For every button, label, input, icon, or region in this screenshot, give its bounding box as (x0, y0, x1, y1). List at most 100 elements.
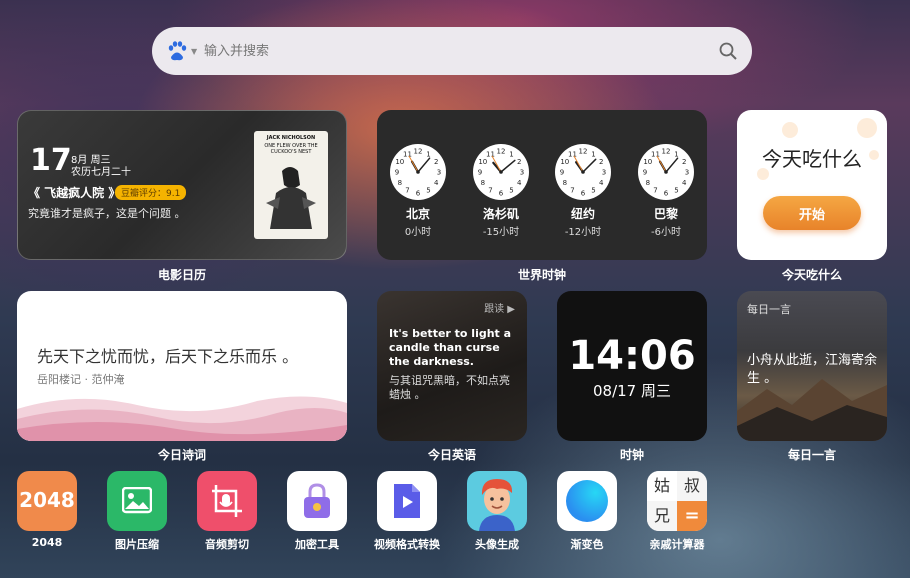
svg-text:9: 9 (560, 169, 564, 177)
daily-quote-widget[interactable]: 每日一言 小舟从此逝，江海寄余生 。 (737, 291, 887, 441)
svg-text:3: 3 (437, 169, 441, 177)
svg-text:5: 5 (674, 187, 678, 195)
poem-widget[interactable]: 先天下之忧而忧，后天下之乐而乐 。 岳阳楼记 · 范仲淹 (17, 291, 347, 441)
food-question: 今天吃什么 (762, 147, 862, 171)
poem-line: 先天下之忧而忧，后天下之乐而乐 。 (37, 347, 299, 366)
svg-text:4: 4 (599, 179, 604, 187)
app-label: 视频格式转换 (374, 538, 440, 551)
search-bar[interactable]: ▼ (152, 27, 752, 75)
app-avatar-generator[interactable]: 头像生成 (452, 471, 542, 552)
clock-city: 巴黎 (653, 207, 678, 221)
app-label: 亲戚计算器 (649, 538, 705, 551)
movie-quote: 究竟谁才是疯子，这是个问题 。 (28, 207, 186, 220)
app-label: 音频剪切 (205, 538, 249, 551)
baidu-paw-icon[interactable] (166, 40, 188, 62)
svg-text:7: 7 (653, 187, 657, 195)
svg-text:11: 11 (651, 150, 660, 158)
gradient-circle-icon[interactable] (557, 471, 617, 531)
svg-text:9: 9 (478, 169, 482, 177)
svg-text:9: 9 (395, 169, 399, 177)
video-file-icon[interactable] (377, 471, 437, 531)
svg-text:1: 1 (674, 150, 678, 158)
svg-text:10: 10 (560, 158, 569, 166)
food-picker-widget[interactable]: 今天吃什么 开始 (737, 110, 887, 260)
app-gradient-color[interactable]: 渐变色 (542, 471, 632, 552)
app-audio-cut[interactable]: 音频剪切 (182, 471, 272, 552)
svg-text:5: 5 (591, 187, 595, 195)
movie-poster[interactable]: JACK NICHOLSON ONE FLEW OVER THE CUCKOO'… (254, 131, 328, 239)
svg-text:10: 10 (395, 158, 404, 166)
follow-read-button[interactable]: 跟读 ▶ (484, 300, 515, 315)
svg-text:12: 12 (579, 148, 588, 156)
digital-clock-widget[interactable]: 14:06 08/17 周三 (557, 291, 707, 441)
daily-quote-header: 每日一言 (747, 303, 791, 316)
svg-text:11: 11 (486, 150, 495, 158)
world-clock-3: 1 2 3 4 5 6 7 8 9 10 11 12 巴黎 -6小时 (636, 143, 696, 238)
svg-text:3: 3 (520, 169, 524, 177)
engine-dropdown-icon[interactable]: ▼ (191, 47, 197, 56)
analog-clock-icon: 1234567891011 12 (390, 144, 446, 200)
english-widget[interactable]: 跟读 ▶ It's better to light a candle than … (377, 291, 527, 441)
world-clock-widget[interactable]: 1 2 3 4 5 6 7 8 9 10 11 12 北京 0小时 1 2 3 4 5 6 7 8 9 10 11 12 洛杉矶 -1… (377, 110, 707, 260)
svg-text:8: 8 (481, 179, 485, 187)
relative-calculator-icon[interactable]: 姑 叔 兄 = (647, 471, 707, 531)
poem-caption: 今日诗词 (157, 448, 206, 462)
svg-text:4: 4 (517, 179, 522, 187)
wave-decoration (17, 396, 347, 441)
world-clock-1: 1 2 3 4 5 6 7 8 9 10 11 12 洛杉矶 -15小时 (471, 143, 531, 238)
lock-icon[interactable] (287, 471, 347, 531)
svg-text:2: 2 (682, 158, 686, 166)
svg-text:10: 10 (478, 158, 487, 166)
app-label: 2048 (31, 536, 63, 549)
app-2048[interactable]: 2048 2048 (2, 471, 92, 549)
daily-quote-caption: 每日一言 (787, 448, 836, 462)
movie-calendar-caption: 电影日历 (157, 268, 206, 282)
svg-text:1: 1 (426, 150, 430, 158)
microphone-crop-icon[interactable] (197, 471, 257, 531)
svg-text:4: 4 (434, 179, 439, 187)
world-clock-0: 1 2 3 4 5 6 7 8 9 10 11 12 北京 0小时 (388, 143, 448, 238)
movie-rating-badge: 豆瓣评分：9.1 (115, 185, 187, 200)
app-encrypt-tool[interactable]: 加密工具 (272, 471, 362, 552)
app-relative-calculator[interactable]: 姑 叔 兄 = 亲戚计算器 (632, 471, 722, 552)
clock-date: 08/17 周三 (593, 382, 671, 400)
svg-text:10: 10 (643, 158, 652, 166)
clock-offset: -15小时 (482, 227, 520, 238)
poster-title: JACK NICHOLSON (266, 135, 316, 141)
analog-clock-icon: 1234567891011 12 (555, 144, 611, 200)
clock-city: 北京 (405, 207, 430, 221)
svg-text:2: 2 (434, 158, 438, 166)
svg-text:7: 7 (488, 187, 492, 195)
clock-offset: 0小时 (404, 227, 432, 238)
clock-city: 纽约 (570, 207, 595, 221)
movie-calendar-widget[interactable]: 17 8月 周三 农历七月二十 《 飞越疯人院 》 豆瓣评分：9.1 究竟谁才是… (17, 110, 347, 260)
food-start-button[interactable]: 开始 (763, 196, 861, 230)
app-video-convert[interactable]: 视频格式转换 (362, 471, 452, 552)
svg-text:9: 9 (643, 169, 647, 177)
svg-text:12: 12 (414, 148, 423, 156)
app-image-compress[interactable]: 图片压缩 (92, 471, 182, 552)
food-caption: 今天吃什么 (781, 268, 842, 282)
calendar-lunar-date: 农历七月二十 (71, 167, 131, 178)
svg-text:12: 12 (497, 148, 506, 156)
svg-text:6: 6 (499, 190, 504, 198)
svg-text:11: 11 (403, 150, 412, 158)
svg-text:3: 3 (685, 169, 689, 177)
svg-text:12: 12 (662, 148, 671, 156)
search-icon[interactable] (718, 41, 738, 61)
svg-text:6: 6 (581, 190, 586, 198)
world-clock-2: 1 2 3 4 5 6 7 8 9 10 11 12 纽约 -12小时 (553, 143, 613, 238)
svg-text:8: 8 (646, 179, 650, 187)
search-input[interactable] (204, 39, 704, 63)
svg-text:6: 6 (416, 190, 421, 198)
svg-text:8: 8 (398, 179, 402, 187)
english-sentence: It's better to light a candle than curse… (389, 327, 512, 368)
svg-text:7: 7 (570, 187, 574, 195)
svg-text:6: 6 (664, 190, 669, 198)
image-icon[interactable] (107, 471, 167, 531)
clock-offset: -6小时 (651, 227, 681, 238)
2048-tile-icon[interactable]: 2048 (17, 471, 77, 531)
svg-text:7: 7 (405, 187, 409, 195)
avatar-face-icon[interactable] (467, 471, 527, 531)
clock-city: 洛杉矶 (482, 207, 519, 221)
